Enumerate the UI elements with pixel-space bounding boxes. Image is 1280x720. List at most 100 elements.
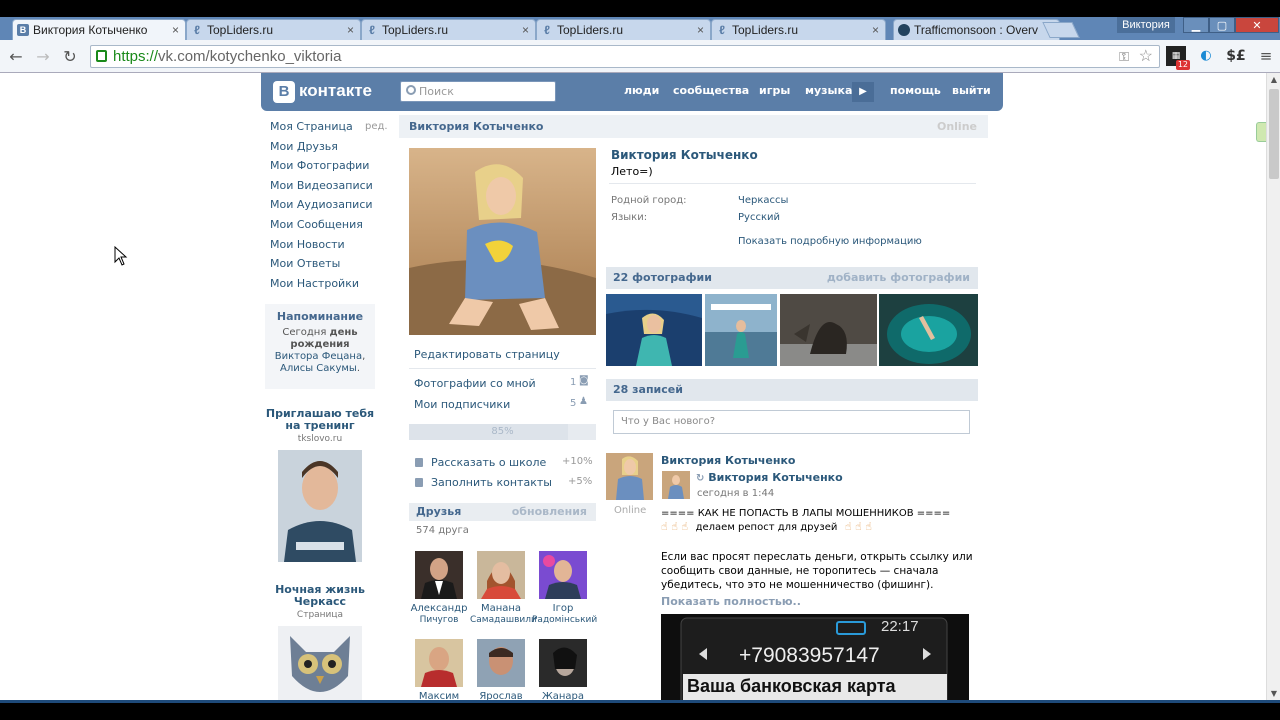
search-input[interactable]: Поиск xyxy=(400,81,556,102)
scroll-down-icon[interactable]: ▼ xyxy=(1267,689,1280,698)
post-author-avatar[interactable] xyxy=(606,453,653,500)
close-icon[interactable]: × xyxy=(347,23,354,37)
owl-image[interactable] xyxy=(278,626,362,700)
close-icon[interactable]: × xyxy=(522,23,529,37)
tab-topliders-1[interactable]: ℓ TopLiders.ru × xyxy=(186,19,361,40)
photo-thumbnail[interactable] xyxy=(879,294,978,366)
friend-last-name[interactable]: Пичугов xyxy=(408,615,470,626)
tab-trafficmonsoon[interactable]: Trafficmonsoon : Overv × xyxy=(893,19,1060,40)
nav-logout[interactable]: выйти xyxy=(952,84,991,97)
friend-first-name[interactable]: Жанара xyxy=(532,691,594,700)
repost-date[interactable]: сегодня в 1:44 xyxy=(697,488,774,499)
info-value-languages[interactable]: Русский xyxy=(738,212,780,223)
profile-avatar[interactable] xyxy=(409,148,596,335)
address-bar[interactable]: https://vk.com/kotychenko_viktoria ⚿ ☆ xyxy=(90,45,1160,68)
menu-my-audio[interactable]: Мои Аудиозаписи xyxy=(270,197,390,217)
menu-my-news[interactable]: Мои Новости xyxy=(270,237,390,257)
friend-first-name[interactable]: Александр xyxy=(408,603,470,615)
photo-thumbnail[interactable] xyxy=(606,294,702,366)
nav-games[interactable]: игры xyxy=(759,84,790,97)
friend-avatar[interactable] xyxy=(415,551,463,599)
friend-first-name[interactable]: Ігор xyxy=(532,603,594,615)
wall-count[interactable]: 28 записей xyxy=(613,383,683,396)
close-icon[interactable]: × xyxy=(872,23,879,37)
repost-source-name[interactable]: ↻ Виктория Котыченко xyxy=(696,471,843,484)
menu-my-videos[interactable]: Мои Видеозаписи xyxy=(270,178,390,198)
play-icon[interactable]: ▶ xyxy=(852,82,874,102)
friend-card[interactable]: Александр Пичугов xyxy=(408,551,470,626)
friend-first-name[interactable]: Максим xyxy=(408,691,470,700)
friend-avatar[interactable] xyxy=(477,639,525,687)
friends-updates-link[interactable]: обновления xyxy=(512,503,587,521)
minimize-button[interactable]: ▁ xyxy=(1183,17,1209,33)
forward-arrow-icon[interactable]: → xyxy=(33,47,53,66)
photo-thumbnail[interactable] xyxy=(780,294,877,366)
friend-avatar[interactable] xyxy=(415,639,463,687)
friend-card[interactable]: Ігор Радомінський xyxy=(532,551,597,626)
extension-icon[interactable]: ▦ 12 xyxy=(1166,46,1190,70)
menu-my-settings[interactable]: Мои Настройки xyxy=(270,276,390,296)
photos-with-me-link[interactable]: Фотографии со мной xyxy=(414,377,536,390)
friend-avatar[interactable] xyxy=(477,551,525,599)
repost-source-label[interactable]: Виктория Котыченко xyxy=(708,471,842,484)
friend-first-name[interactable]: Манана xyxy=(470,603,532,615)
subscribers-link[interactable]: Мои подписчики xyxy=(414,398,510,411)
menu-edit-link[interactable]: ред. xyxy=(365,121,388,132)
ad-title[interactable]: Ночная жизнь Черкасс xyxy=(265,584,375,608)
nav-communities[interactable]: сообщества xyxy=(673,84,749,97)
menu-icon[interactable]: ≡ xyxy=(1256,46,1276,66)
close-window-button[interactable]: ✕ xyxy=(1235,17,1279,33)
ad-title[interactable]: Приглашаю тебя на тренинг xyxy=(265,408,375,432)
menu-my-friends[interactable]: Мои Друзья xyxy=(270,139,390,159)
friend-card[interactable]: Максим xyxy=(408,639,470,700)
ad-nightlife[interactable]: Ночная жизнь Черкасс Страница xyxy=(265,584,375,700)
side-extension-tab[interactable] xyxy=(1256,122,1266,142)
friend-last-name[interactable]: Радомінський xyxy=(532,615,597,626)
friend-avatar[interactable] xyxy=(539,639,587,687)
show-more-info-link[interactable]: Показать подробную информацию xyxy=(738,236,922,247)
close-icon[interactable]: × xyxy=(172,23,179,37)
reminder-link-alisa[interactable]: Алисы Сакумы xyxy=(280,363,357,374)
tab-topliders-2[interactable]: ℓ TopLiders.ru × xyxy=(361,19,536,40)
tab-topliders-4[interactable]: ℓ TopLiders.ru × xyxy=(711,19,886,40)
scrollbar-thumb[interactable] xyxy=(1269,89,1279,179)
reminder-link-viktor[interactable]: Виктора Фецана xyxy=(275,351,362,362)
nav-help[interactable]: помощь xyxy=(890,84,941,97)
menu-my-photos[interactable]: Мои Фотографии xyxy=(270,158,390,178)
menu-my-messages[interactable]: Мои Сообщения xyxy=(270,217,390,237)
info-value-hometown[interactable]: Черкассы xyxy=(738,195,788,206)
vertical-scrollbar[interactable]: ▲ ▼ xyxy=(1266,73,1280,700)
friends-title[interactable]: Друзья xyxy=(416,505,461,518)
nav-people[interactable]: люди xyxy=(624,84,659,97)
wall-post-input[interactable]: Что у Вас нового? xyxy=(613,410,970,434)
ad-image[interactable] xyxy=(278,450,362,562)
show-all-link[interactable]: Показать полностью.. xyxy=(661,595,801,608)
reload-icon[interactable]: ↻ xyxy=(60,47,80,66)
tip-contacts[interactable]: Заполнить контакты +5% xyxy=(415,476,592,489)
key-icon[interactable]: ⚿ xyxy=(1119,46,1129,67)
skype-icon[interactable]: ◐ xyxy=(1196,46,1216,66)
friend-last-name[interactable]: Самадашвили xyxy=(470,615,537,626)
friend-avatar[interactable] xyxy=(539,551,587,599)
menu-my-answers[interactable]: Мои Ответы xyxy=(270,256,390,276)
edit-page-link[interactable]: Редактировать страницу xyxy=(414,348,560,361)
tip-school[interactable]: Рассказать о школе +10% xyxy=(415,456,593,469)
tip-label[interactable]: Заполнить контакты xyxy=(431,476,552,489)
repost-avatar[interactable] xyxy=(662,471,690,499)
scroll-up-icon[interactable]: ▲ xyxy=(1267,75,1280,84)
add-photos-link[interactable]: добавить фотографии xyxy=(827,267,970,289)
new-tab-button[interactable] xyxy=(1042,22,1080,38)
close-icon[interactable]: × xyxy=(697,23,704,37)
vk-logo[interactable]: Вконтакте xyxy=(273,81,372,103)
profile-status[interactable]: Лето=) xyxy=(611,165,653,178)
photos-count[interactable]: 22 фотографии xyxy=(613,271,712,284)
tip-label[interactable]: Рассказать о школе xyxy=(431,456,546,469)
friend-card[interactable]: Манана Самадашвили xyxy=(470,551,537,626)
nav-music[interactable]: музыка xyxy=(805,84,852,97)
friend-card[interactable]: Жанара xyxy=(532,639,594,700)
back-arrow-icon[interactable]: ← xyxy=(6,47,26,66)
bookmark-star-icon[interactable]: ☆ xyxy=(1139,46,1153,67)
post-author-name[interactable]: Виктория Котыченко xyxy=(661,454,795,467)
tab-vk-profile[interactable]: В Виктория Котыченко × xyxy=(12,19,186,40)
post-image-phone[interactable]: 22:17 +79083957147 Ваша банковская карта xyxy=(661,614,969,700)
